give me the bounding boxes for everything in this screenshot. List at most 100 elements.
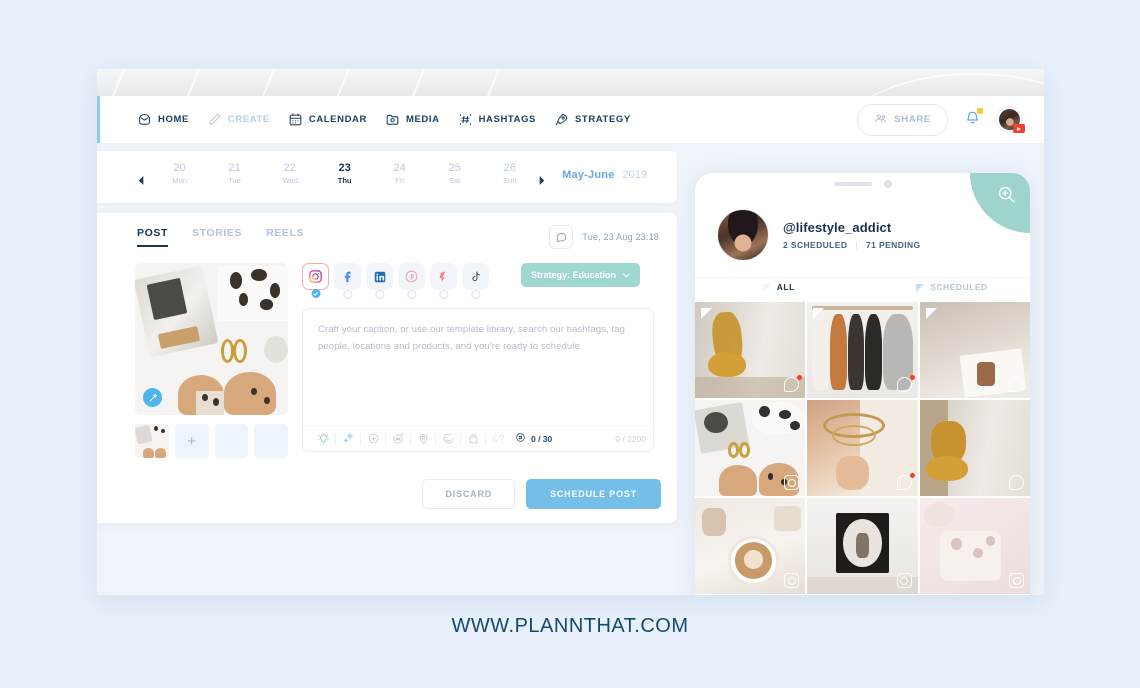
zoom-in-button[interactable] — [970, 173, 1030, 233]
share-button[interactable]: SHARE — [857, 103, 948, 136]
tab-reels[interactable]: REELS — [266, 227, 304, 247]
home-icon — [137, 112, 152, 127]
rocket-icon — [554, 112, 569, 127]
channel-pinterest[interactable] — [398, 263, 425, 299]
add-media-button[interactable]: + — [174, 424, 209, 458]
grid-cell-2[interactable] — [807, 302, 918, 398]
nav-label-strategy: STRATEGY — [575, 114, 631, 125]
media-thumb-1[interactable] — [135, 424, 169, 458]
instagram-icon — [784, 573, 800, 588]
unread-dot — [909, 375, 915, 380]
year-label: 2019 — [622, 169, 647, 181]
tab-stories[interactable]: STORIES — [192, 227, 242, 247]
hashtag-counter: 0 / 30 — [515, 432, 552, 445]
chevron-down-icon — [623, 270, 630, 280]
media-slot-empty-1[interactable] — [214, 424, 249, 458]
phone-tab-scheduled[interactable]: SCHEDULED — [863, 278, 1031, 303]
grid-cell-3[interactable] — [919, 302, 1030, 398]
strategy-dropdown[interactable]: Strategy: Education — [520, 263, 640, 287]
tag-person-icon[interactable] — [362, 429, 384, 449]
nav-item-media[interactable]: MEDIA — [385, 112, 440, 127]
instagram-icon — [1009, 573, 1024, 588]
front-camera-icon — [883, 180, 892, 188]
grid-cell-5[interactable] — [807, 400, 918, 496]
nav-label-media: MEDIA — [405, 114, 440, 125]
discard-button[interactable]: DISCARD — [422, 479, 516, 509]
nav-item-home[interactable]: HOME — [137, 112, 189, 127]
caption-composer: Strategy: Education Craft your caption, … — [302, 263, 655, 452]
magic-edit-icon[interactable] — [143, 388, 162, 407]
day-weekday: Sat — [449, 175, 461, 185]
unread-dot — [909, 473, 915, 478]
phone-tab-all[interactable]: ALL — [695, 278, 863, 303]
hashtag-bubble-icon[interactable] — [387, 429, 409, 449]
hashtag-icon — [458, 112, 473, 127]
tab-post[interactable]: POST — [137, 227, 168, 247]
sparkle-ai-icon[interactable] — [337, 429, 359, 449]
avatar[interactable] — [997, 107, 1025, 133]
phone-tab-scheduled-label: SCHEDULED — [930, 282, 988, 292]
chevron-left-icon[interactable] — [137, 172, 146, 185]
phone-media-grid — [695, 302, 1030, 595]
post-meta: Tue, 23 Aug 23:18 — [549, 225, 659, 249]
day-23-selected[interactable]: 23 Thu — [317, 151, 372, 185]
pencil-icon — [207, 112, 222, 127]
nav-item-create[interactable]: CREATE — [207, 112, 270, 127]
comment-icon — [1009, 377, 1024, 392]
day-22[interactable]: 22 Wed — [262, 151, 317, 185]
nav-item-strategy[interactable]: STRATEGY — [554, 112, 631, 127]
grid-cell-4[interactable] — [695, 400, 806, 496]
speaker-grill-icon — [833, 182, 872, 186]
nav-item-hashtags[interactable]: HASHTAGS — [458, 112, 536, 127]
nav-item-calendar[interactable]: CALENDAR — [288, 112, 367, 127]
broken-link-icon[interactable] — [487, 429, 509, 449]
lightbulb-idea-icon[interactable] — [312, 429, 334, 449]
grid-cell-8[interactable] — [807, 498, 918, 594]
phone-mockup: @lifestyle_addict 2 SCHEDULED | 71 PENDI… — [695, 173, 1030, 595]
caption-toolbar: 0 / 30 0 / 2200 — [303, 425, 655, 451]
day-number: 26 — [503, 162, 516, 174]
schedule-post-button[interactable]: SCHEDULE POST — [526, 479, 661, 509]
day-21[interactable]: 21 Tue — [207, 151, 262, 185]
profile-avatar[interactable] — [717, 209, 769, 261]
emoji-icon[interactable] — [437, 429, 459, 449]
footer-url: WWW.PLANNTHAT.COM — [451, 615, 689, 637]
month-range-label[interactable]: May-June — [562, 169, 614, 181]
main-media-thumbnail[interactable] — [135, 263, 288, 415]
channel-snapchat[interactable] — [430, 263, 457, 299]
day-25[interactable]: 25 Sat — [427, 151, 482, 185]
caption-placeholder: Craft your caption, or use our template … — [318, 324, 626, 352]
notifications-button[interactable] — [964, 107, 983, 131]
grid-cell-7[interactable] — [695, 498, 806, 594]
media-thumb-strip: + — [135, 424, 288, 458]
day-weekday: Sun — [503, 175, 517, 185]
channel-linkedin[interactable] — [366, 263, 393, 299]
day-weekday: Thu — [337, 175, 352, 185]
location-pin-icon[interactable] — [412, 429, 434, 449]
people-icon — [874, 112, 887, 128]
day-20[interactable]: 20 Mon — [152, 151, 207, 185]
grid-cell-6[interactable] — [919, 400, 1030, 496]
channel-instagram[interactable] — [302, 263, 329, 298]
day-24[interactable]: 24 Fri — [372, 151, 427, 185]
phone-tab-all-label: ALL — [776, 282, 795, 292]
top-navigation: HOME CREATE CALENDAR MEDIA HASHTAGS STRA… — [97, 96, 1044, 143]
caption-input[interactable]: Craft your caption, or use our template … — [302, 308, 655, 452]
media-slot-empty-2[interactable] — [254, 424, 288, 458]
channel-facebook[interactable] — [334, 263, 361, 299]
flag-icon — [701, 308, 712, 319]
channel-tiktok[interactable] — [462, 263, 489, 299]
grid-cell-9[interactable] — [919, 498, 1030, 594]
comment-icon[interactable] — [549, 225, 574, 249]
chevron-right-icon[interactable] — [537, 172, 546, 185]
nav-label-calendar: CALENDAR — [308, 114, 367, 125]
shopping-bag-icon[interactable] — [462, 429, 484, 449]
flag-icon — [813, 308, 825, 319]
play-badge-icon — [1013, 124, 1025, 133]
post-time-label[interactable]: Tue, 23 Aug 23:18 — [582, 232, 659, 242]
day-weekday: Fri — [395, 175, 405, 185]
browser-chrome-bar — [97, 69, 1044, 96]
day-26[interactable]: 26 Sun — [482, 151, 537, 185]
grid-cell-1[interactable] — [695, 302, 806, 398]
day-weekday: Tue — [228, 175, 241, 185]
